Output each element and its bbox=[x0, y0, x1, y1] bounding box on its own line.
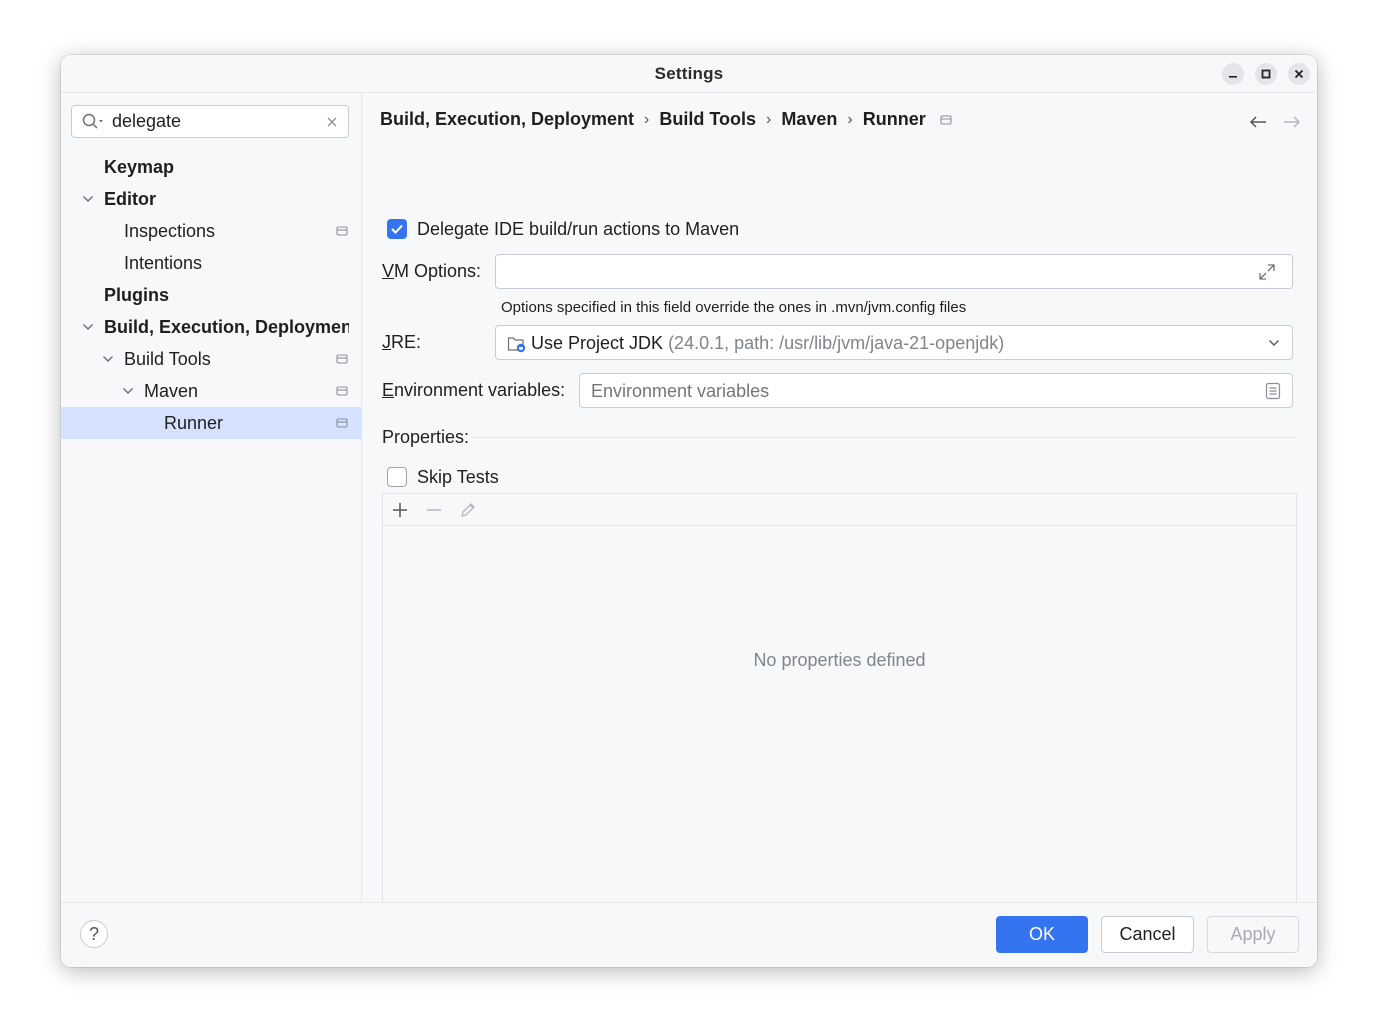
project-level-icon bbox=[940, 114, 952, 125]
breadcrumb-item: Build, Execution, Deployment bbox=[380, 109, 635, 129]
minimize-button[interactable] bbox=[1222, 63, 1244, 85]
label-text: RE: bbox=[391, 332, 422, 352]
project-level-icon bbox=[336, 418, 348, 428]
vm-options-input[interactable] bbox=[506, 261, 1246, 283]
help-button[interactable]: ? bbox=[80, 920, 108, 948]
mnemonic-letter: E bbox=[382, 380, 395, 400]
sidebar-item-editor[interactable]: Editor bbox=[61, 183, 361, 215]
settings-sidebar: Keymap Editor Inspections Intentions Plu… bbox=[61, 93, 362, 903]
breadcrumb-separator: › bbox=[847, 110, 853, 128]
sidebar-item-build-tools[interactable]: Build Tools bbox=[61, 343, 361, 375]
vm-options-field[interactable] bbox=[495, 254, 1293, 289]
sidebar-item-maven[interactable]: Maven bbox=[61, 375, 361, 407]
settings-content: Build, Execution, Deployment › Build Too… bbox=[362, 93, 1317, 920]
jre-name: Use Project JDK bbox=[531, 333, 664, 353]
project-level-icon bbox=[336, 226, 348, 236]
properties-table[interactable]: No properties defined bbox=[382, 493, 1297, 920]
maximize-button[interactable] bbox=[1255, 63, 1277, 85]
title-bar: Settings bbox=[61, 55, 1317, 93]
edit-icon[interactable] bbox=[459, 501, 477, 519]
env-variables-field[interactable] bbox=[579, 373, 1293, 408]
properties-empty-text: No properties defined bbox=[753, 650, 926, 670]
search-icon bbox=[82, 113, 103, 129]
breadcrumb: Build, Execution, Deployment › Build Too… bbox=[380, 109, 952, 130]
breadcrumb-separator: › bbox=[766, 110, 772, 128]
delegate-checkbox[interactable] bbox=[387, 219, 407, 239]
vm-options-label: VM Options: bbox=[382, 261, 481, 282]
expand-icon[interactable] bbox=[1258, 263, 1276, 281]
breadcrumb-item: Build Tools bbox=[659, 109, 757, 129]
maximize-icon bbox=[1261, 69, 1271, 79]
chevron-down-icon bbox=[1269, 340, 1279, 346]
chevron-down-icon[interactable] bbox=[82, 194, 94, 204]
navigation-arrows bbox=[1249, 115, 1301, 129]
jdk-folder-icon bbox=[507, 337, 526, 353]
properties-label: Properties: bbox=[382, 427, 470, 447]
breadcrumb-item: Runner bbox=[862, 109, 926, 129]
vm-options-hint: Options specified in this field override… bbox=[501, 299, 967, 316]
clear-search-icon[interactable] bbox=[326, 116, 338, 128]
breadcrumb-item: Maven bbox=[781, 109, 838, 129]
checkmark-icon bbox=[391, 224, 403, 234]
properties-separator bbox=[472, 437, 1297, 438]
sidebar-item-build-execution-deployment[interactable]: Build, Execution, Deployment bbox=[61, 311, 361, 343]
minimize-icon bbox=[1229, 76, 1237, 78]
browse-document-icon[interactable] bbox=[1265, 382, 1281, 400]
forward-arrow-icon[interactable] bbox=[1283, 115, 1301, 129]
remove-icon[interactable] bbox=[425, 501, 443, 519]
label-text: M Options: bbox=[394, 261, 482, 281]
sidebar-item-keymap[interactable]: Keymap bbox=[61, 151, 361, 183]
jre-selected-value: Use Project JDK (24.0.1, path: /usr/lib/… bbox=[531, 333, 1004, 354]
delegate-label[interactable]: Delegate IDE build/run actions to Maven bbox=[417, 219, 739, 240]
jre-select[interactable]: Use Project JDK (24.0.1, path: /usr/lib/… bbox=[495, 325, 1293, 360]
add-icon[interactable] bbox=[391, 501, 409, 519]
sidebar-item-intentions[interactable]: Intentions bbox=[61, 247, 361, 279]
apply-button[interactable]: Apply bbox=[1207, 916, 1299, 953]
close-button[interactable] bbox=[1288, 63, 1310, 85]
search-input[interactable] bbox=[112, 110, 312, 132]
chevron-down-icon[interactable] bbox=[122, 386, 134, 396]
back-arrow-icon[interactable] bbox=[1249, 115, 1267, 129]
jre-label: JRE: bbox=[382, 332, 421, 353]
sidebar-item-inspections[interactable]: Inspections bbox=[61, 215, 361, 247]
properties-toolbar bbox=[383, 494, 1296, 526]
label-text: nvironment variables: bbox=[394, 380, 566, 400]
jre-detail: (24.0.1, path: /usr/lib/jvm/java-21-open… bbox=[668, 333, 1005, 353]
mnemonic-letter: J bbox=[382, 332, 391, 352]
settings-search[interactable] bbox=[71, 105, 349, 138]
ok-button[interactable]: OK bbox=[996, 916, 1088, 953]
skip-tests-label[interactable]: Skip Tests bbox=[417, 467, 499, 488]
chevron-down-icon[interactable] bbox=[102, 354, 114, 364]
mnemonic-letter: V bbox=[382, 261, 395, 281]
chevron-down-icon[interactable] bbox=[82, 322, 94, 332]
dialog-footer: ? OK Cancel Apply bbox=[61, 902, 1317, 967]
env-variables-input[interactable] bbox=[591, 380, 1231, 402]
project-level-icon bbox=[336, 386, 348, 396]
skip-tests-checkbox[interactable] bbox=[387, 467, 407, 487]
dialog-title: Settings bbox=[654, 64, 724, 83]
cancel-button[interactable]: Cancel bbox=[1101, 916, 1194, 953]
sidebar-item-runner[interactable]: Runner bbox=[61, 407, 361, 439]
close-icon bbox=[1294, 69, 1304, 79]
project-level-icon bbox=[336, 354, 348, 364]
settings-dialog: Settings Keymap Editor bbox=[61, 55, 1317, 967]
breadcrumb-separator: › bbox=[644, 110, 650, 128]
env-variables-label: Environment variables: bbox=[382, 380, 565, 401]
sidebar-item-plugins[interactable]: Plugins bbox=[61, 279, 361, 311]
